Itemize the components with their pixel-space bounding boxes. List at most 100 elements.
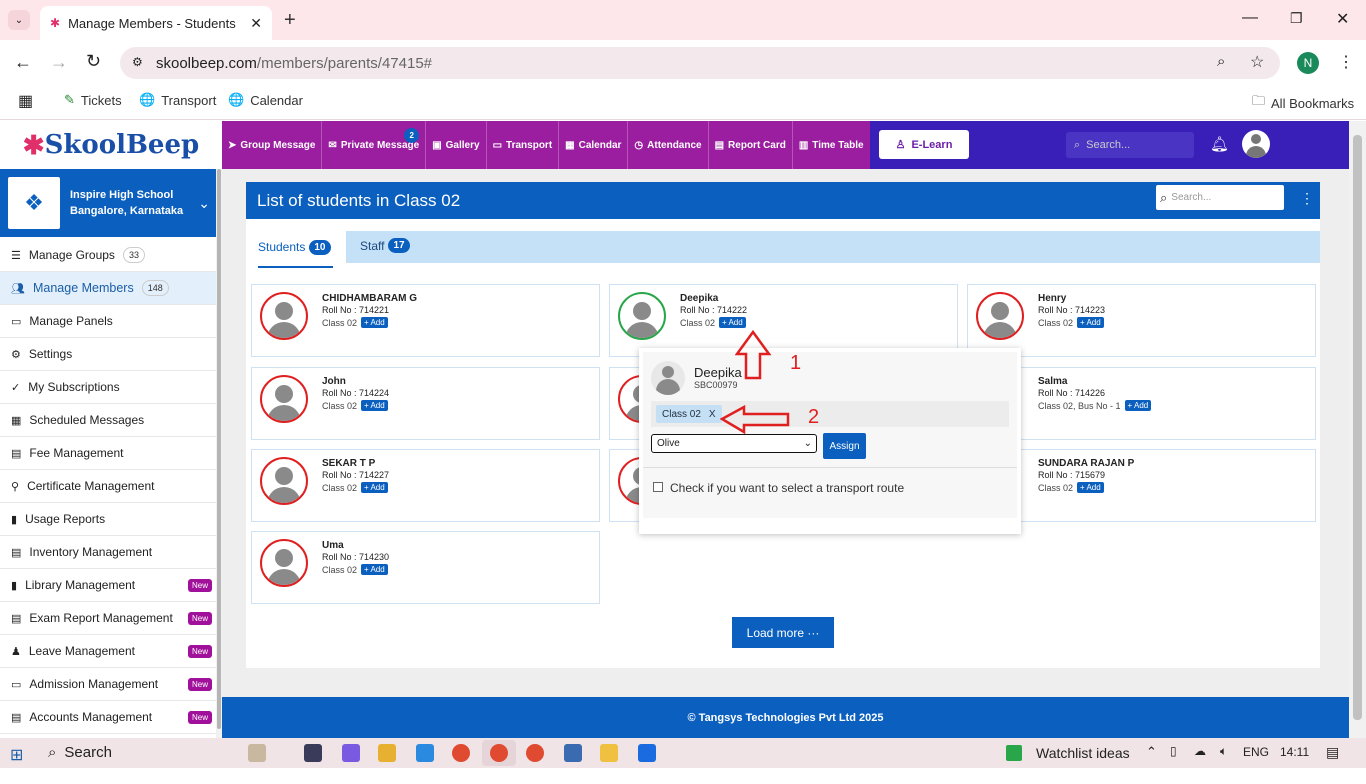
page-scrollbar[interactable] [1349,121,1366,738]
watchlist-ideas[interactable]: Watchlist ideas [1036,745,1130,761]
close-window-icon[interactable]: ✕ [1336,9,1349,29]
tray-phone-icon[interactable]: ▯ [1170,744,1177,758]
sidebar-item-manage-groups[interactable]: ☰ Manage Groups 33 [0,239,222,272]
add-class-button[interactable]: + Add [1077,482,1104,493]
close-tab-icon[interactable]: ✕ [250,15,262,32]
sidebar-item-usage-reports[interactable]: ▮ Usage Reports [0,503,222,536]
volume-icon[interactable]: 🔈︎ [1220,744,1227,759]
reload-icon[interactable]: ↻ [86,51,101,72]
windows-start-icon[interactable]: ⊞ [10,745,23,765]
back-icon[interactable]: ← [14,52,32,73]
scrollbar-thumb[interactable] [1353,135,1362,720]
sidebar-item-accounts-management[interactable]: ▤ Accounts Management New [0,701,222,734]
bookmark-calendar[interactable]: 🌐 Calendar [228,92,303,108]
sidebar-item-settings[interactable]: ⚙ Settings [0,338,222,371]
chrome-icon[interactable] [452,744,470,762]
nav-time-table[interactable]: ▥ Time Table [793,121,870,169]
chrome-active-icon[interactable] [490,744,508,762]
tab-list-icon[interactable]: ⌄ [8,10,30,30]
tab-students[interactable]: Students 10 [246,231,346,263]
nav-group-message[interactable]: ➤ Group Message [222,121,323,169]
copilot-icon[interactable] [342,744,360,762]
nav-private-message[interactable]: ✉ Private Message 2 [322,121,427,169]
student-card[interactable]: Uma Roll No : 714230 Class 02 + Add [251,531,600,604]
url-field[interactable]: skoolbeep.com/members/parents/47415# [120,47,1280,79]
sidebar-item-manage-members[interactable]: 👥︎ Manage Members 148 [0,272,222,305]
minimize-icon[interactable]: — [1242,9,1258,27]
forward-icon[interactable]: → [50,52,68,73]
sidebar-item-my-subscriptions[interactable]: ✓ My Subscriptions [0,371,222,404]
new-tab-icon[interactable]: + [284,9,296,32]
all-bookmarks[interactable]: 🗀 All Bookmarks [1252,92,1354,114]
site-info-icon[interactable]: ⚙ [132,55,143,69]
paint-icon[interactable] [600,744,618,762]
tray-chevron-icon[interactable]: ⌃ [1146,744,1157,760]
bell-icon[interactable]: 🔔︎ [1210,135,1229,153]
header-search-input[interactable]: ⌕ Search... [1066,132,1194,158]
sidebar-scrollbar-thumb[interactable] [217,169,221,729]
network-icon[interactable]: ☁ [1194,744,1206,758]
add-class-button[interactable]: + Add [361,482,388,493]
sidebar-item-leave-management[interactable]: ♟ Leave Management New [0,635,222,668]
sidebar-item-certificate-management[interactable]: ⚲ Certificate Management [0,470,222,503]
load-more-button[interactable]: Load more ··· [732,617,834,648]
add-class-button[interactable]: + Add [1124,400,1152,411]
nav-gallery[interactable]: ▣ Gallery [426,121,487,169]
bookmark-transport[interactable]: 🌐 Transport [139,92,216,108]
tab-staff[interactable]: Staff 17 [360,238,410,253]
nav-report-card[interactable]: ▤ Report Card [709,121,793,169]
language-indicator[interactable]: ENG [1243,745,1269,759]
e-learn-button[interactable]: ♙ E-Learn [879,130,969,159]
chevron-down-icon: ⌄ [198,194,210,211]
student-card[interactable]: SEKAR T P Roll No : 714227 Class 02 + Add [251,449,600,522]
taskbar-search[interactable]: ⌕ Search [48,744,112,761]
apps-grid-icon[interactable]: ▦ [18,91,33,111]
transport-checkbox[interactable] [653,482,663,492]
sidebar-item-inventory-management[interactable]: ▤ Inventory Management [0,536,222,569]
bookmark-tickets[interactable]: ✎ Tickets [64,92,122,108]
user-avatar[interactable] [1242,130,1270,158]
profile-avatar[interactable]: N [1297,52,1319,74]
bookmark-star-icon[interactable]: ☆ [1250,52,1264,72]
panel-kebab-icon[interactable]: ⋮ [1300,190,1314,207]
student-search-input[interactable]: ⌕ Search... [1156,185,1284,210]
chrome-profile-icon[interactable] [526,744,544,762]
photos-icon[interactable] [638,744,656,762]
class-select[interactable]: Olive ⌄ [651,434,817,453]
remove-class-icon[interactable]: X [709,409,716,420]
file-explorer-icon[interactable] [378,744,396,762]
add-class-button[interactable]: + Add [719,317,746,328]
clock[interactable]: 14:11 [1280,745,1309,759]
task-view-icon[interactable] [304,744,322,762]
student-card[interactable]: CHIDHAMBARAM G Roll No : 714221 Class 02… [251,284,600,357]
sidebar-scrollbar[interactable] [216,169,222,738]
sidebar-item-exam-report-management[interactable]: ▤ Exam Report Management New [0,602,222,635]
sidebar-item-admission-management[interactable]: ▭ Admission Management New [0,668,222,701]
add-class-button[interactable]: + Add [361,564,388,575]
sidebar-item-scheduled-messages[interactable]: ▦ Scheduled Messages [0,404,222,437]
store-icon[interactable] [416,744,434,762]
notepad-icon[interactable] [564,744,582,762]
assign-button[interactable]: Assign [823,433,866,459]
skoolbeep-logo[interactable]: ✱ SkoolBeep [0,121,222,169]
sidebar-item-library-management[interactable]: ▮ Library Management New [0,569,222,602]
zoom-icon[interactable]: ⌕ [1217,53,1225,70]
school-switcher[interactable]: ❖ Inspire High School Bangalore, Karnata… [0,169,222,237]
add-class-button[interactable]: + Add [1077,317,1104,328]
add-class-button[interactable]: + Add [361,400,388,411]
add-class-button[interactable]: + Add [361,317,388,328]
student-card[interactable]: John Roll No : 714224 Class 02 + Add [251,367,600,440]
restore-icon[interactable]: ❐ [1290,10,1303,27]
notifications-icon[interactable]: ▤ [1326,744,1339,761]
browser-tab[interactable]: ✱ Manage Members - Students ✕ [40,6,272,40]
sidebar-item-manage-panels[interactable]: ▭ Manage Panels [0,305,222,338]
student-card[interactable]: Henry Roll No : 714223 Class 02 + Add [967,284,1316,357]
sidebar-item-label: Manage Panels [29,314,113,328]
sidebar-item-fee-management[interactable]: ▤ Fee Management [0,437,222,470]
nav-calendar[interactable]: ▦ Calendar [559,121,629,169]
menu-kebab-icon[interactable]: ⋮ [1338,52,1354,72]
news-widget-icon[interactable] [248,744,266,762]
nav-transport[interactable]: ▭ Transport [487,121,560,169]
student-card[interactable]: Deepika Roll No : 714222 Class 02 + Add [609,284,958,357]
nav-attendance[interactable]: ◷ Attendance [628,121,709,169]
